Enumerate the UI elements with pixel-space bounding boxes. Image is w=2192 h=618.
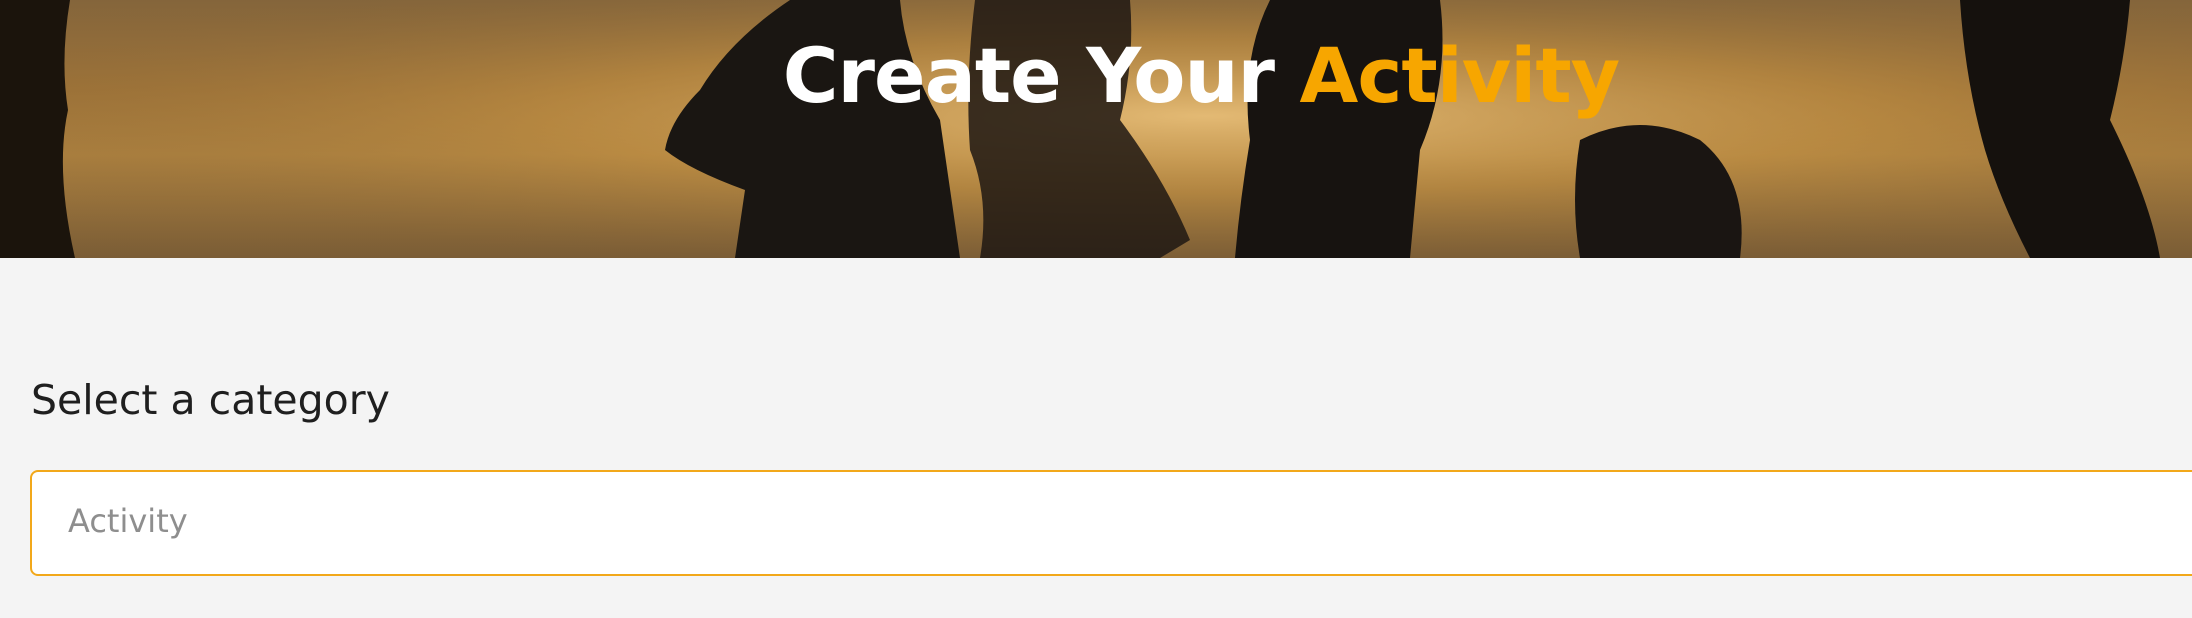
hero-banner: Create Your Activity (0, 0, 2192, 258)
category-label: Select a category (31, 376, 390, 424)
page-title-main: Create Your (782, 31, 1300, 120)
page-title: Create Your Activity (0, 38, 2192, 114)
page-title-accent: Activity (1299, 31, 1621, 120)
category-select-value: Activity (68, 502, 188, 540)
category-select[interactable]: Activity (30, 470, 2192, 576)
